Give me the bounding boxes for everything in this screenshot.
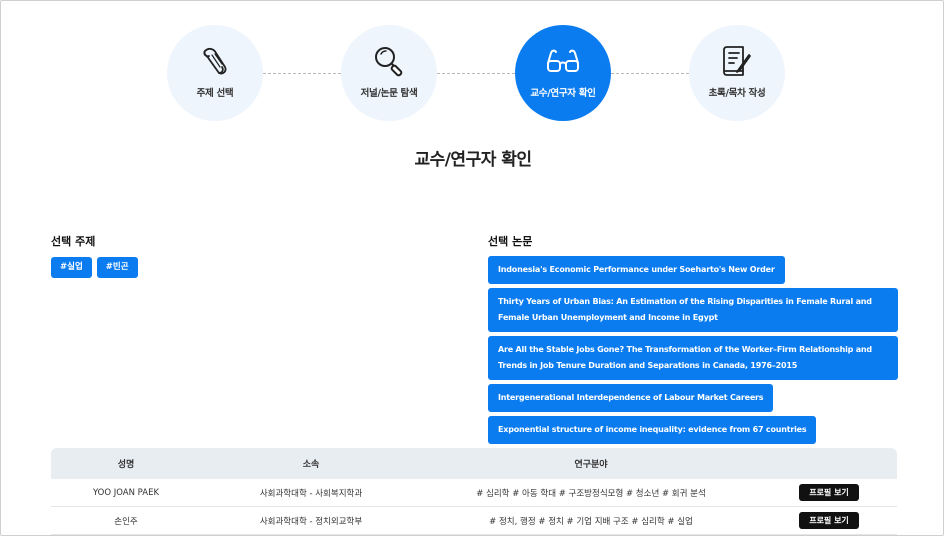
step-connector bbox=[437, 73, 515, 74]
paper-tag-list: Indonesia's Economic Performance under S… bbox=[488, 256, 898, 448]
cell-action: 프로필 보기 bbox=[761, 484, 897, 501]
cell-affiliation: 사회과학대학 - 사회복지학과 bbox=[259, 488, 363, 499]
table-header: 성명 소속 연구분야 bbox=[51, 448, 897, 479]
paper-tag[interactable]: Thirty Years of Urban Bias: An Estimatio… bbox=[488, 288, 898, 332]
topic-tag[interactable]: #빈곤 bbox=[96, 257, 138, 278]
table-row: 손인주 사회과학대학 - 정치외교학부 # 정치, 행정 # 정치 # 기업 지… bbox=[51, 507, 897, 535]
scroll-icon bbox=[197, 43, 233, 79]
step-label: 저널/논문 탐색 bbox=[360, 88, 418, 99]
view-profile-button[interactable]: 프로필 보기 bbox=[799, 484, 859, 501]
cell-name: 손인주 bbox=[114, 516, 138, 527]
step-journal-search[interactable]: 저널/논문 탐색 bbox=[341, 25, 437, 121]
selected-topics-title: 선택 주제 bbox=[51, 235, 96, 248]
cell-name: YOO JOAN PAEK bbox=[92, 487, 160, 498]
view-profile-button[interactable]: 프로필 보기 bbox=[799, 512, 859, 529]
table-row: YOO JOAN PAEK 사회과학대학 - 사회복지학과 # 심리학 # 아동… bbox=[51, 479, 897, 507]
topic-tag[interactable]: #실업 bbox=[51, 257, 92, 278]
paper-tag[interactable]: Exponential structure of income inequali… bbox=[488, 416, 817, 444]
glasses-icon bbox=[545, 43, 581, 79]
step-label: 교수/연구자 확인 bbox=[530, 88, 596, 99]
step-label: 주제 선택 bbox=[196, 88, 234, 99]
magnifier-icon bbox=[371, 43, 407, 79]
header-affiliation: 소속 bbox=[302, 460, 320, 470]
paper-tag[interactable]: Indonesia's Economic Performance under S… bbox=[488, 256, 785, 284]
header-research-field: 연구분야 bbox=[574, 460, 608, 470]
cell-research-field: # 정치, 행정 # 정치 # 기업 지배 구조 # 심리학 # 실업 bbox=[489, 516, 693, 527]
cell-research-field: # 심리학 # 아동 학대 # 구조방정식모형 # 청소년 # 회귀 분석 bbox=[476, 488, 706, 499]
paper-tag[interactable]: Are All the Stable Jobs Gone? The Transf… bbox=[488, 336, 898, 380]
page-title: 교수/연구자 확인 bbox=[414, 150, 532, 170]
step-researcher-check[interactable]: 교수/연구자 확인 bbox=[515, 25, 611, 121]
paper-tag[interactable]: Intergenerational Interdependence of Lab… bbox=[488, 384, 774, 412]
selected-papers-title: 선택 논문 bbox=[488, 235, 533, 248]
step-connector bbox=[611, 73, 689, 74]
step-abstract-write[interactable]: 초록/목차 작성 bbox=[689, 25, 785, 121]
step-connector bbox=[263, 73, 341, 74]
app-window: 주제 선택 저널/논문 탐색 교수/연구자 확인 초록/목차 작성 교수/연구자… bbox=[0, 0, 944, 536]
topic-tag-list: #실업 #빈곤 bbox=[51, 257, 138, 278]
step-topic-select[interactable]: 주제 선택 bbox=[167, 25, 263, 121]
researchers-table: 성명 소속 연구분야 YOO JOAN PAEK 사회과학대학 - 사회복지학과… bbox=[51, 448, 897, 535]
cell-action: 프로필 보기 bbox=[761, 512, 897, 529]
step-label: 초록/목차 작성 bbox=[708, 88, 766, 99]
progress-stepper: 주제 선택 저널/논문 탐색 교수/연구자 확인 초록/목차 작성 bbox=[1, 1, 943, 131]
document-pen-icon bbox=[719, 43, 755, 79]
header-name: 성명 bbox=[117, 460, 135, 470]
cell-affiliation: 사회과학대학 - 정치외교학부 bbox=[259, 516, 363, 527]
